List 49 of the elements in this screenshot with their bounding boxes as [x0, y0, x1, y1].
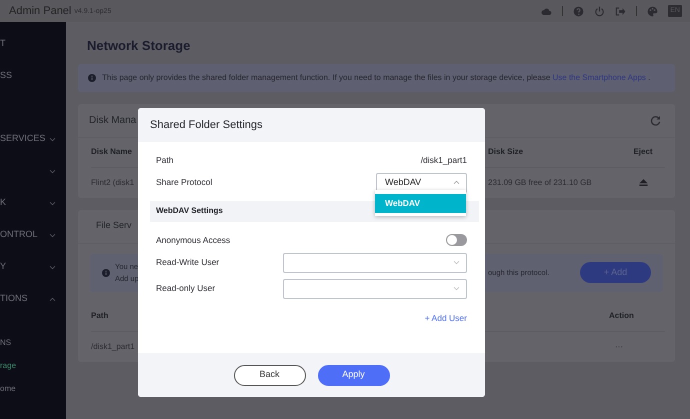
power-icon[interactable] [594, 6, 606, 16]
sidebar-item[interactable]: ONTROL [0, 228, 38, 242]
table-cell: Flint2 (disk1 [91, 176, 134, 188]
user-select[interactable] [283, 252, 467, 272]
cloud-icon[interactable] [541, 6, 552, 16]
sidebar-subitem[interactable]: ome [0, 382, 16, 394]
sidebar-item[interactable]: Y [0, 260, 6, 274]
sidebar-item[interactable]: SS [0, 69, 12, 83]
help-icon[interactable] [573, 6, 584, 16]
logout-icon[interactable] [615, 6, 626, 16]
protocol-select[interactable]: WebDAV [376, 172, 467, 193]
toggle-switch[interactable] [446, 234, 467, 246]
dropdown-option[interactable]: WebDAV [375, 194, 466, 213]
chevron-down-icon [453, 286, 460, 291]
apply-button[interactable]: Apply [318, 364, 390, 386]
column-header: Eject [633, 146, 653, 158]
sidebar-item[interactable]: TIONS [0, 292, 28, 306]
sidebar-subitem[interactable]: rage [0, 360, 16, 372]
chevron-down-icon [453, 260, 460, 265]
path-value: /disk1_part1 [420, 154, 467, 167]
column-header: Path [91, 310, 108, 322]
field-label: Read-only User [156, 282, 216, 295]
sidebar-subitem[interactable]: NS [0, 336, 12, 348]
palette-icon[interactable] [647, 6, 658, 16]
sidebar-item[interactable]: SERVICES [0, 132, 46, 146]
user-select[interactable] [283, 278, 467, 298]
column-header: Disk Name [91, 146, 132, 158]
dialog-title: Shared Folder Settings [138, 108, 485, 142]
sidebar-item[interactable]: K [0, 196, 6, 210]
field-label: Path [156, 154, 174, 167]
back-button[interactable]: Back [234, 364, 306, 386]
info-icon [88, 74, 96, 82]
table-cell: 231.09 GB free of 231.10 GB [488, 176, 592, 188]
field-label: Read-Write User [156, 256, 220, 269]
app-title: Admin Panel [9, 4, 72, 19]
column-header: Disk Size [488, 146, 524, 158]
add-user-link[interactable]: + Add User [424, 312, 467, 324]
field-label: Share Protocol [156, 176, 212, 190]
table-cell: /disk1_part1 [91, 340, 135, 352]
card-title: Disk Mana [89, 114, 136, 128]
page-title: Network Storage [87, 37, 192, 55]
column-header: Action [609, 310, 634, 322]
more-button[interactable]: ··· [615, 340, 623, 352]
sidebar-item[interactable]: T [0, 37, 6, 51]
card-title: File Serv [96, 219, 132, 232]
field-label: Anonymous Access [156, 234, 230, 246]
refresh-icon[interactable] [650, 114, 661, 126]
eject-icon[interactable] [638, 177, 648, 188]
info-icon [102, 268, 110, 276]
